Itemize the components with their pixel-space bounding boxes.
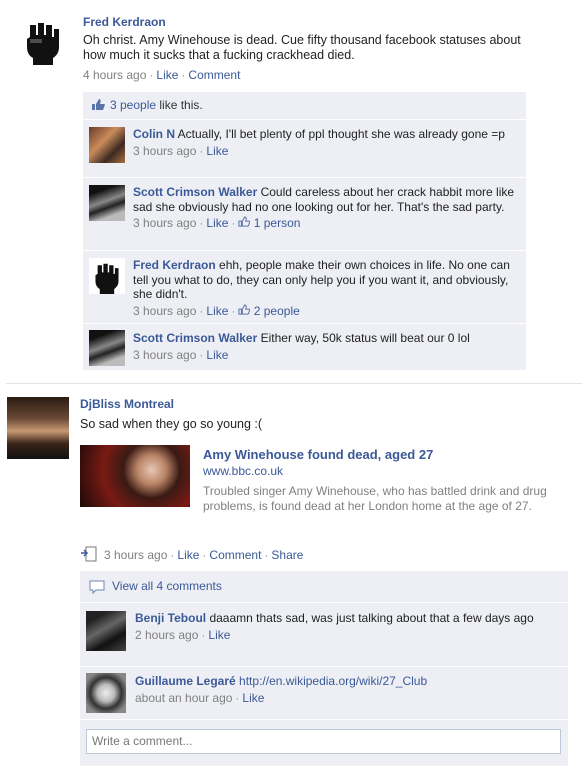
comment-like-link[interactable]: Like: [206, 144, 228, 158]
avatar-scott-crimson-walker[interactable]: [89, 330, 125, 366]
share-link[interactable]: Share: [271, 548, 303, 562]
story-timestamp[interactable]: 4 hours ago: [83, 68, 146, 82]
comment-likes-count[interactable]: 1 person: [254, 216, 301, 230]
story-author[interactable]: DjBliss Montreal: [80, 397, 575, 411]
comment-timestamp: 2 hours ago: [135, 627, 199, 642]
likes-row: 3 people like this.: [83, 92, 526, 118]
comment-item: Benji Teboul daaamn thats sad, was just …: [80, 602, 568, 665]
comment-item: Scott Crimson Walker Could careless abou…: [83, 177, 526, 249]
like-link[interactable]: Like: [156, 68, 178, 82]
story-message: So sad when they go so young :(: [80, 417, 263, 431]
story-divider: [6, 383, 582, 384]
shared-link-title[interactable]: Amy Winehouse found dead, aged 27: [203, 447, 575, 462]
comment-author[interactable]: Scott Crimson Walker: [133, 185, 257, 199]
comment-link[interactable]: Comment: [209, 548, 261, 562]
comment-link[interactable]: Comment: [188, 68, 240, 82]
comment-item: Colin N Actually, I'll bet plenty of ppl…: [83, 119, 526, 176]
comments-panel: 3 people like this. Colin N Actually, I'…: [83, 92, 526, 370]
story-message: Oh christ. Amy Winehouse is dead. Cue fi…: [83, 33, 521, 62]
raised-fist-icon: [89, 258, 125, 294]
shared-link-description: Troubled singer Amy Winehouse, who has b…: [203, 484, 547, 513]
story-actions: 4 hours ago · Like · Comment: [83, 68, 241, 82]
thumbs-up-icon: [238, 216, 251, 230]
comment-timestamp: 3 hours ago: [133, 303, 197, 318]
comment-like-link[interactable]: Like: [206, 304, 228, 318]
avatar-guillaume-legare[interactable]: [86, 673, 126, 713]
view-all-comments-row[interactable]: View all 4 comments: [80, 571, 568, 601]
shared-link-thumbnail[interactable]: [80, 445, 190, 507]
comment-like-link[interactable]: Like: [242, 691, 264, 705]
view-all-comments-link[interactable]: View all 4 comments: [112, 579, 222, 593]
comment-bubble-icon: [89, 580, 105, 597]
comment-text: Actually, I'll bet plenty of ppl thought…: [177, 127, 505, 141]
share-link-icon: [80, 546, 98, 565]
feed-story-2: DjBliss Montreal So sad when they go so …: [0, 385, 588, 780]
avatar-djbliss-montreal[interactable]: [7, 397, 69, 459]
comment-timestamp: about an hour ago: [135, 690, 233, 705]
likes-suffix: like this.: [156, 98, 203, 112]
comment-like-link[interactable]: Like: [208, 628, 230, 642]
avatar-fred-kerdraon[interactable]: [18, 15, 68, 65]
comment-timestamp: 3 hours ago: [133, 143, 197, 158]
comment-item: Guillaume Legaré http://en.wikipedia.org…: [80, 666, 568, 718]
comment-likes-count[interactable]: 2 people: [254, 304, 300, 318]
comment-author[interactable]: Scott Crimson Walker: [133, 331, 257, 345]
story-author[interactable]: Fred Kerdraon: [83, 15, 533, 29]
write-comment-row: Write a comment...: [80, 719, 568, 766]
comments-panel: View all 4 comments Benji Teboul daaamn …: [80, 571, 568, 766]
comment-item: Scott Crimson Walker Either way, 50k sta…: [83, 323, 526, 370]
comment-input[interactable]: Write a comment...: [86, 729, 561, 754]
thumbs-up-icon: [238, 303, 251, 318]
comment-text: Either way, 50k status will beat our 0 l…: [260, 331, 470, 345]
shared-link-attachment[interactable]: Amy Winehouse found dead, aged 27 www.bb…: [80, 445, 575, 535]
comment-timestamp: 3 hours ago: [133, 216, 197, 230]
comment-timestamp: 3 hours ago: [133, 347, 197, 362]
thumbs-up-icon: [91, 98, 105, 114]
comment-like-link[interactable]: Like: [206, 216, 228, 230]
comment-author[interactable]: Fred Kerdraon: [133, 258, 216, 272]
comment-like-link[interactable]: Like: [206, 348, 228, 362]
avatar-benji-teboul[interactable]: [86, 611, 126, 651]
comment-author[interactable]: Benji Teboul: [135, 611, 206, 625]
story-timestamp[interactable]: 3 hours ago: [104, 548, 167, 562]
avatar-scott-crimson-walker[interactable]: [89, 185, 125, 221]
comment-text: daaamn thats sad, was just talking about…: [209, 611, 534, 625]
comment-author[interactable]: Guillaume Legaré: [135, 674, 236, 688]
like-link[interactable]: Like: [177, 548, 199, 562]
likers-link[interactable]: 3 people: [110, 98, 156, 112]
comment-author[interactable]: Colin N: [133, 127, 175, 141]
raised-fist-icon: [18, 15, 68, 65]
feed-story-1: Fred Kerdraon Oh christ. Amy Winehouse i…: [0, 0, 588, 385]
story-actions: 3 hours ago · Like · Comment · Share: [80, 546, 303, 565]
comment-link-url[interactable]: http://en.wikipedia.org/wiki/27_Club: [239, 674, 427, 688]
avatar-fred-kerdraon[interactable]: [89, 258, 125, 294]
comment-item: Fred Kerdraon ehh, people make their own…: [83, 250, 526, 322]
shared-link-url[interactable]: www.bbc.co.uk: [203, 464, 575, 478]
avatar-colin-n[interactable]: [89, 127, 125, 163]
